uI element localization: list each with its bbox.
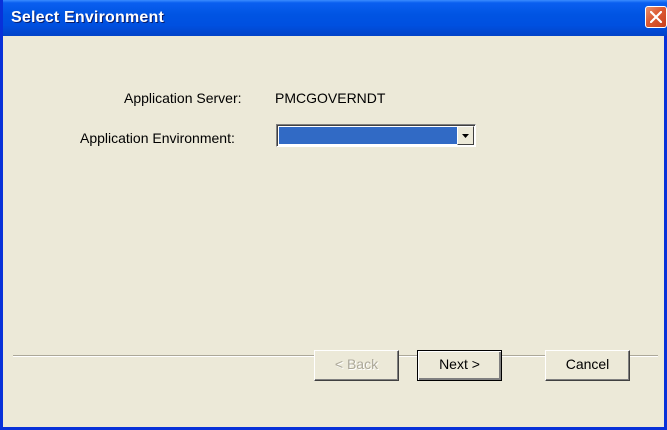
next-button[interactable]: Next > — [417, 350, 502, 381]
application-server-value: PMCGOVERNDT — [275, 90, 386, 106]
title-bar[interactable]: Select Environment — [3, 0, 667, 36]
dialog-window: Select Environment Application Server: P… — [0, 0, 667, 430]
application-environment-label: Application Environment: — [80, 130, 235, 146]
back-button[interactable]: < Back — [314, 350, 399, 381]
window-title: Select Environment — [11, 9, 164, 26]
close-button[interactable] — [645, 6, 667, 28]
application-server-label: Application Server: — [124, 90, 242, 106]
application-environment-dropdown[interactable] — [276, 124, 476, 147]
dropdown-selected-value — [279, 127, 457, 144]
cancel-button[interactable]: Cancel — [545, 350, 630, 381]
dropdown-arrow-button[interactable] — [457, 126, 474, 145]
chevron-down-icon — [462, 134, 469, 138]
close-icon — [650, 11, 662, 23]
